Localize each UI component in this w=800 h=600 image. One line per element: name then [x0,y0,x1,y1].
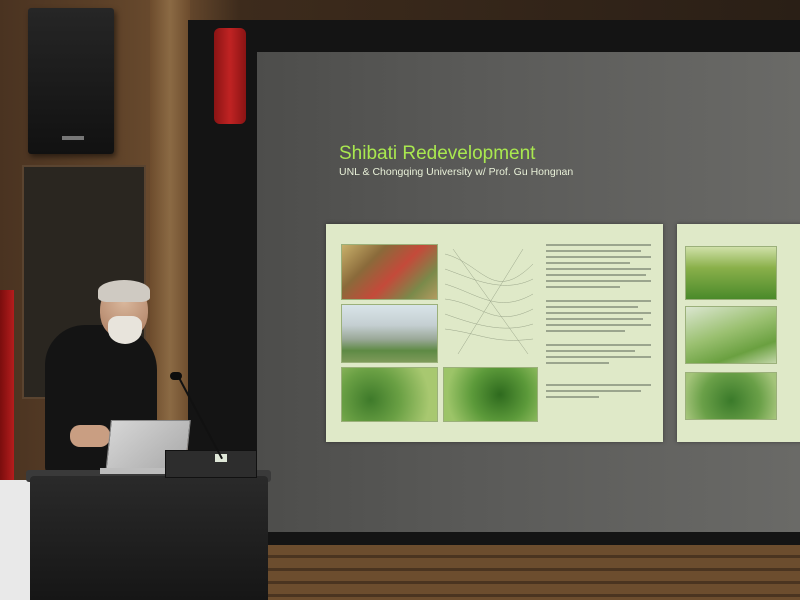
aerial-site-photo [685,306,777,364]
rooftop-garden-photo [341,244,438,300]
presenter-hair [98,280,150,302]
slide-subtitle: UNL & Chongqing University w/ Prof. Gu H… [339,166,574,178]
site-diagram [444,248,534,355]
microphone [170,372,182,380]
wall-speaker [28,8,114,154]
green-terrace-photo [341,367,438,422]
lectern [30,476,268,600]
slide-page-left [326,224,663,442]
presenter-beard [108,316,142,344]
slide-page-right [677,224,800,442]
presenter-arm [70,425,110,447]
red-flag [0,290,14,490]
article-text-column [546,244,651,402]
av-control-box [165,450,257,478]
speaker-logo [62,136,84,140]
stage-paneling [260,545,800,600]
city-plaza-photo [341,304,438,363]
slide-title: Shibati Redevelopment [339,143,536,164]
projection-screen: Shibati Redevelopment UNL & Chongqing Un… [257,52,800,532]
wetland-photo [685,372,777,420]
greenhouse-photo [443,367,538,422]
fire-extinguisher [214,28,246,124]
white-panel [0,480,32,600]
field-photo [685,246,777,300]
